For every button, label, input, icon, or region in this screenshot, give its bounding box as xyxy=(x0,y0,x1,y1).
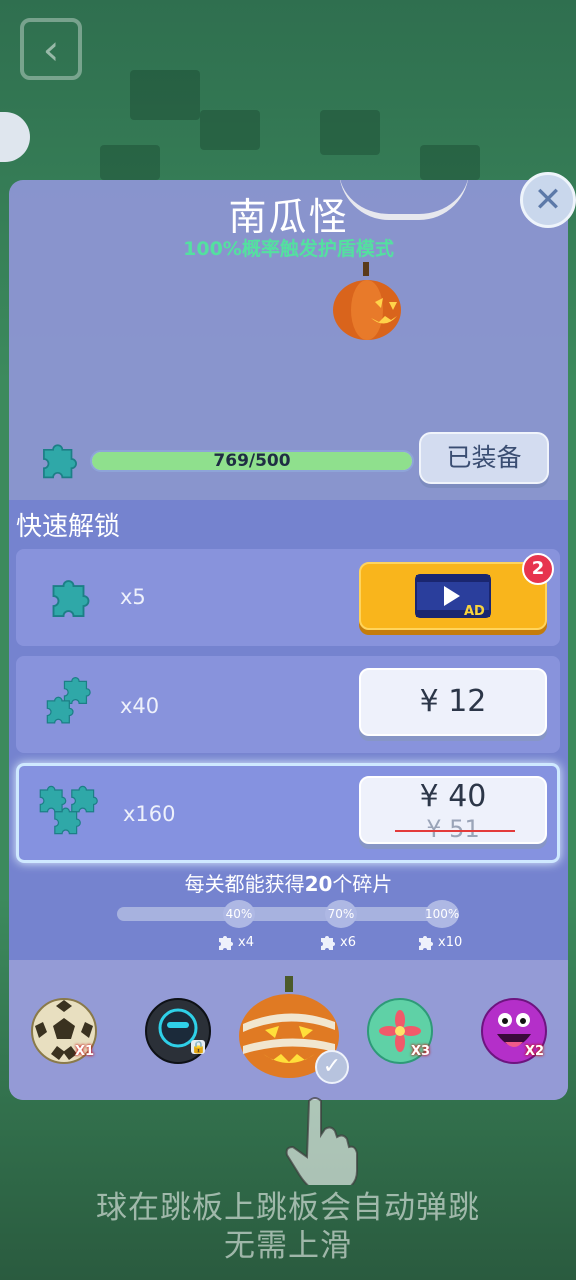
skin-purple-monster[interactable]: X2 xyxy=(479,996,549,1070)
puzzle-piece-icon xyxy=(419,936,433,950)
milestone-70: 70% xyxy=(325,900,357,928)
close-icon: ✕ xyxy=(533,180,563,220)
bg-tile xyxy=(130,70,200,120)
selected-check-icon: ✓ xyxy=(315,1050,349,1084)
info-suffix: 个碎片 xyxy=(332,872,393,896)
robot-ball-icon xyxy=(145,998,211,1064)
milestone-40: 40% xyxy=(223,900,255,928)
skin-detail-panel: 南瓜怪 100%概率触发护盾模式 769/500 已装备 快速解锁 x5 AD … xyxy=(9,180,568,1100)
fragment-progress-bar: 769/500 xyxy=(90,450,414,472)
back-arrow-icon: ‹ xyxy=(42,24,60,74)
lock-icon: 🔒 xyxy=(191,1040,206,1054)
multiplier-label: X1 xyxy=(75,1044,95,1059)
bg-tile xyxy=(320,110,380,155)
puzzle-pieces-icon xyxy=(39,785,98,835)
pumpkin-preview-icon xyxy=(333,262,401,340)
offer-quantity: x40 xyxy=(120,694,160,718)
milestone-reward: x4 xyxy=(216,932,254,952)
skin-title: 南瓜怪 xyxy=(228,195,349,239)
price-label: ¥ 12 xyxy=(419,684,487,719)
ad-text: AD xyxy=(464,604,485,619)
watch-ad-button[interactable]: AD xyxy=(359,562,547,630)
close-button[interactable]: ✕ xyxy=(520,172,576,228)
offer-quantity: x160 xyxy=(123,802,176,826)
skin-flower-ball[interactable]: X3 xyxy=(365,996,435,1070)
video-ad-icon: AD xyxy=(415,574,491,619)
info-count: 20 xyxy=(304,872,333,896)
tap-hand-icon xyxy=(285,1097,358,1185)
offer-quantity: x5 xyxy=(120,585,146,609)
milestone-reward: x10 xyxy=(416,932,462,952)
milestone-reward: x6 xyxy=(318,932,356,952)
skin-soccer-ball[interactable]: X1 xyxy=(29,996,99,1070)
puzzle-piece-icon xyxy=(43,444,77,479)
original-price: ¥ 51 xyxy=(426,815,480,843)
buy-160-button[interactable]: ¥ 40 ¥ 51 xyxy=(359,776,547,844)
puzzle-piece-icon xyxy=(321,936,335,950)
puzzle-piece-icon xyxy=(52,580,90,617)
reward-label: x6 xyxy=(340,934,356,950)
equipped-button[interactable]: 已装备 xyxy=(419,432,549,484)
buy-40-button[interactable]: ¥ 12 xyxy=(359,668,547,736)
per-level-info: 每关都能获得20个碎片 xyxy=(9,868,568,897)
puzzle-piece-icon xyxy=(219,936,233,950)
reward-label: x10 xyxy=(438,934,463,950)
bg-tile xyxy=(420,145,480,180)
reward-label: x4 xyxy=(238,934,254,950)
skin-mummy-pumpkin[interactable]: ✓ xyxy=(235,974,349,1088)
skin-robot-ball[interactable]: 🔒 xyxy=(143,996,213,1070)
bg-tile xyxy=(100,145,160,180)
bg-tile xyxy=(200,110,260,150)
skin-ability: 100%概率触发护盾模式 xyxy=(183,238,394,260)
multiplier-label: X3 xyxy=(411,1044,431,1059)
quick-unlock-title: 快速解锁 xyxy=(16,512,121,542)
back-button[interactable]: ‹ xyxy=(20,18,82,80)
multiplier-label: X2 xyxy=(525,1044,545,1059)
info-prefix: 每关都能获得 xyxy=(184,872,305,896)
price-label: ¥ 40 xyxy=(419,779,487,814)
side-avatar[interactable] xyxy=(0,112,30,162)
puzzle-pieces-icon xyxy=(46,677,91,724)
hint-line-2: 无需上滑 xyxy=(224,1228,352,1264)
strikethrough-line xyxy=(395,830,515,832)
milestone-100: 100% xyxy=(425,900,459,928)
progress-text: 769/500 xyxy=(213,451,291,471)
ad-count-badge: 2 xyxy=(522,553,554,585)
milestone-track xyxy=(117,907,457,921)
